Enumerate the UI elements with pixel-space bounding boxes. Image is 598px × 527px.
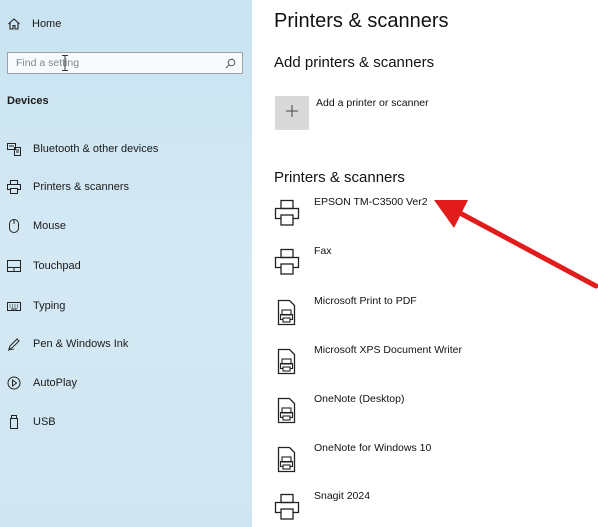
printers-list-heading: Printers & scanners (274, 169, 405, 186)
printer-name: Microsoft XPS Document Writer (314, 344, 463, 356)
sidebar-item-autoplay[interactable]: AutoPlay (6, 373, 77, 393)
printer-item-onenote-win10[interactable]: OneNote for Windows 10 (274, 440, 574, 478)
search-icon[interactable] (224, 57, 236, 69)
document-printer-icon (277, 299, 296, 326)
sidebar-item-label: Pen & Windows Ink (33, 338, 129, 350)
sidebar-item-label: USB (33, 416, 56, 428)
search-box[interactable] (7, 52, 243, 74)
sidebar-item-label: AutoPlay (33, 377, 78, 389)
sidebar-item-label: Mouse (33, 220, 67, 232)
autoplay-icon (6, 375, 22, 391)
printer-name: Microsoft Print to PDF (314, 295, 417, 307)
settings-sidebar: Home Devices Bluetooth & other devices P… (0, 0, 252, 527)
usb-icon (6, 414, 22, 430)
document-printer-icon (277, 446, 296, 473)
add-printer-label[interactable]: Add a printer or scanner (316, 97, 429, 109)
sidebar-item-mouse[interactable]: Mouse (6, 216, 66, 236)
sidebar-item-label: Printers & scanners (33, 181, 129, 193)
printer-name: Fax (314, 245, 332, 257)
text-cursor-icon (62, 55, 68, 71)
document-printer-icon (277, 348, 296, 375)
add-printers-heading: Add printers & scanners (274, 54, 435, 71)
sidebar-item-label: Typing (33, 300, 66, 312)
printer-name: Snagit 2024 (314, 490, 371, 502)
add-printer-button[interactable] (275, 96, 309, 130)
section-title-devices: Devices (7, 95, 49, 107)
printer-icon (274, 493, 300, 520)
sidebar-item-label: Bluetooth & other devices (33, 143, 159, 155)
sidebar-item-printers[interactable]: Printers & scanners (6, 177, 129, 197)
printer-item-snagit[interactable]: Snagit 2024 (274, 488, 574, 526)
printer-name: OneNote for Windows 10 (314, 442, 432, 454)
sidebar-item-usb[interactable]: USB (6, 412, 56, 432)
sidebar-item-pen[interactable]: Pen & Windows Ink (6, 334, 128, 354)
touchpad-icon (6, 258, 22, 274)
sidebar-item-bluetooth[interactable]: Bluetooth & other devices (6, 139, 158, 159)
printer-item-xps-writer[interactable]: Microsoft XPS Document Writer (274, 342, 574, 380)
mouse-icon (6, 218, 22, 234)
keyboard-icon (6, 298, 22, 314)
printer-name: OneNote (Desktop) (314, 393, 405, 405)
plus-icon (285, 104, 299, 123)
printer-item-print-to-pdf[interactable]: Microsoft Print to PDF (274, 293, 574, 331)
home-label: Home (32, 18, 62, 30)
printer-item-onenote-desktop[interactable]: OneNote (Desktop) (274, 391, 574, 429)
printer-icon (6, 179, 22, 195)
red-arrow-annotation (434, 200, 598, 289)
page-title: Printers & scanners (274, 10, 449, 32)
document-printer-icon (277, 397, 296, 424)
home-icon (6, 16, 22, 32)
sidebar-item-touchpad[interactable]: Touchpad (6, 256, 81, 276)
printer-icon (274, 248, 300, 275)
sidebar-item-label: Touchpad (33, 260, 81, 272)
sidebar-item-typing[interactable]: Typing (6, 296, 65, 316)
printer-name: EPSON TM-C3500 Ver2 (314, 196, 428, 208)
bluetooth-devices-icon (6, 141, 22, 157)
search-input[interactable] (14, 56, 224, 70)
printer-icon (274, 199, 300, 226)
home-nav-item[interactable]: Home (6, 14, 61, 34)
pen-icon (6, 336, 22, 352)
